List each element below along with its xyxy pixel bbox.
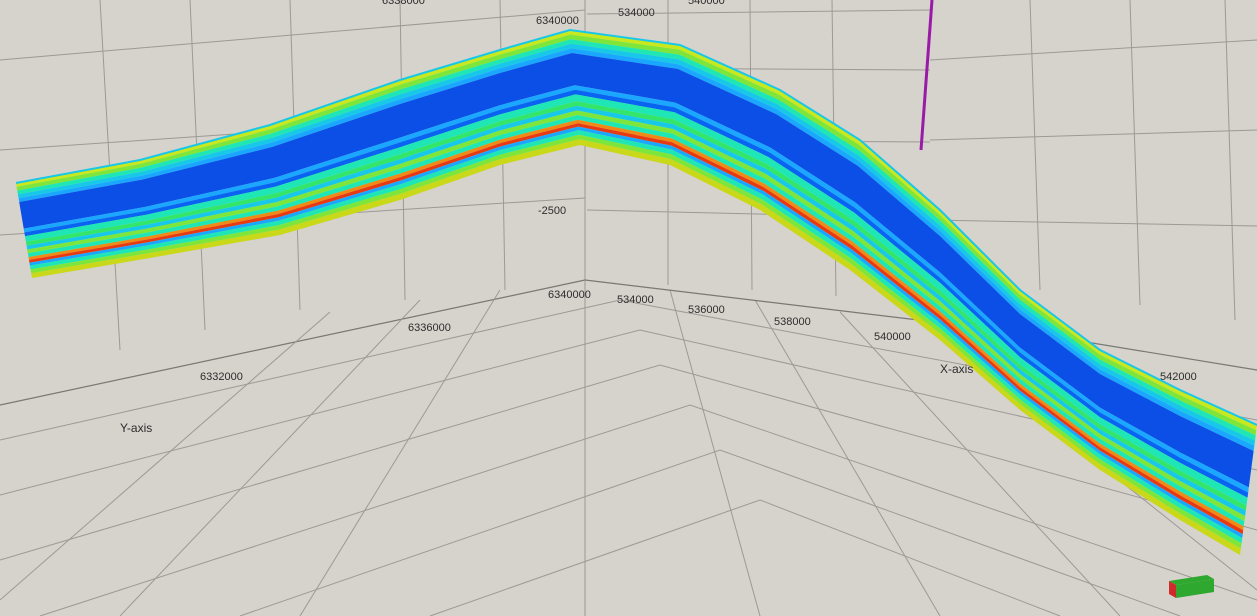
x-axis-title: X-axis (940, 362, 973, 376)
y-axis-title: Y-axis (120, 421, 152, 435)
y-label-1: 6332000 (200, 371, 243, 383)
back-x-label-2: 534000 (617, 294, 654, 306)
3d-viewport[interactable]: 6338000 6340000 534000 540000 6340000 53… (0, 0, 1257, 616)
well-trajectory[interactable] (919, 0, 934, 151)
back-x-label-1: 6340000 (548, 289, 591, 301)
back-x-label-4: 538000 (774, 316, 811, 328)
back-x-label-3: 536000 (688, 304, 725, 316)
top-label-2: 6340000 (536, 15, 579, 27)
back-x-label-6: 542000 (1160, 371, 1197, 383)
seismic-section[interactable] (15, 28, 1257, 556)
back-x-label-5: 540000 (874, 331, 911, 343)
z-label-1: -2500 (538, 205, 566, 217)
top-label-3: 534000 (618, 7, 655, 19)
top-label-1: 6338000 (382, 0, 425, 7)
orientation-cube[interactable] (1169, 575, 1214, 598)
y-label-2: 6336000 (408, 322, 451, 334)
seismic-3d-scene[interactable]: 6338000 6340000 534000 540000 6340000 53… (0, 0, 1257, 616)
top-label-4: 540000 (688, 0, 725, 7)
